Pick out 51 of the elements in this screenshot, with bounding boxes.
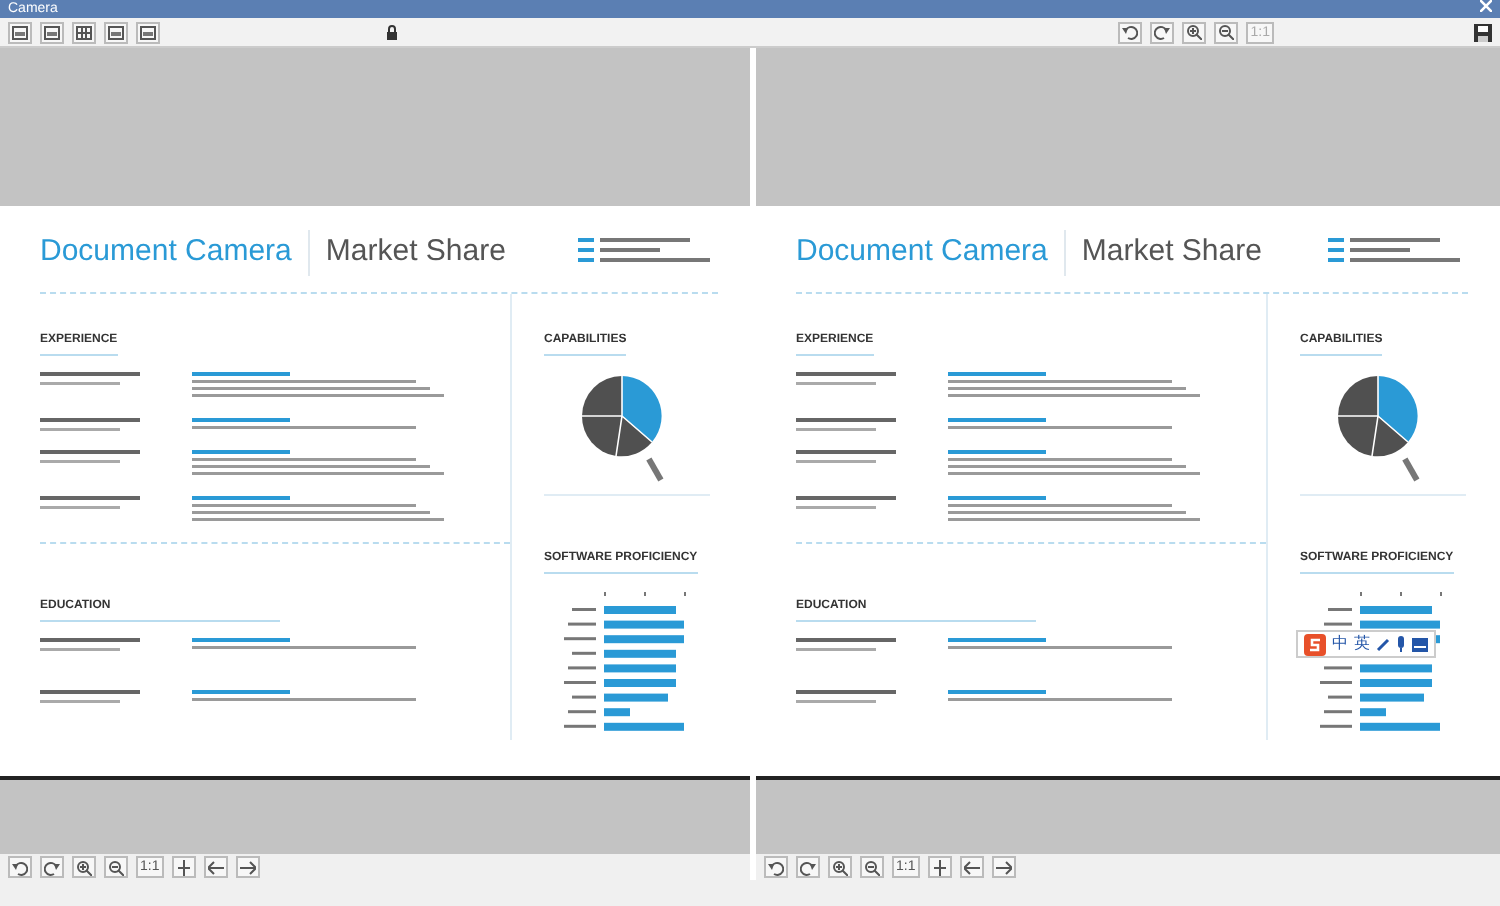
zoom-in-icon (76, 859, 92, 875)
previous-icon (963, 859, 980, 875)
pen-icon[interactable] (1376, 637, 1390, 651)
zoom-out-button[interactable] (104, 856, 128, 878)
rotate-left-button[interactable] (8, 856, 32, 878)
next-icon (239, 859, 256, 875)
zoom-in-button[interactable] (72, 856, 96, 878)
fit-button[interactable] (171, 856, 196, 878)
document-title: Document Camera (40, 232, 292, 272)
rotate-right-icon (44, 859, 60, 875)
fit-icon (931, 859, 948, 875)
rotate-left-button[interactable] (1118, 21, 1143, 43)
zoom-out-icon (108, 859, 124, 875)
close-icon[interactable] (1480, 0, 1492, 12)
grid-view-icon (76, 24, 92, 40)
rotate-right-button[interactable] (40, 856, 64, 878)
zoom-in-icon (832, 859, 848, 875)
save-icon[interactable] (1474, 23, 1492, 41)
rotate-right-button[interactable] (1150, 21, 1175, 43)
zoom-out-button[interactable] (860, 856, 884, 878)
previous-button[interactable] (203, 856, 228, 878)
rotate-left-icon (1122, 24, 1139, 40)
document-title: Document Camera (796, 232, 1048, 272)
previous-button[interactable] (959, 856, 984, 878)
next-button[interactable] (235, 856, 260, 878)
grid-view-button[interactable] (72, 21, 96, 43)
zoom-in-icon (1186, 24, 1203, 40)
rotate-left-button[interactable] (764, 856, 788, 878)
document-subtitle: Market Share (307, 230, 506, 275)
ime-mode-label[interactable]: 中 (1332, 632, 1348, 656)
zoom-out-icon (864, 859, 880, 875)
zoom-out-button[interactable] (1214, 21, 1239, 43)
keyboard-icon[interactable] (1412, 637, 1428, 651)
lock-icon (386, 24, 399, 40)
rotate-left-icon (12, 859, 28, 875)
zoom-in-button[interactable] (828, 856, 852, 878)
microphone-icon[interactable] (1396, 636, 1406, 652)
zoom-out-icon (1218, 24, 1235, 40)
next-button[interactable] (991, 856, 1016, 878)
logo-icon[interactable] (1304, 633, 1326, 655)
ime-mode-label[interactable]: 英 (1354, 632, 1370, 656)
rotate-left-icon (768, 859, 784, 875)
document-subtitle: Market Share (1063, 230, 1262, 275)
fit-icon (175, 859, 192, 875)
rotate-right-icon (800, 859, 816, 875)
next-icon (995, 859, 1012, 875)
previous-icon (207, 859, 224, 875)
rotate-right-icon (1154, 24, 1171, 40)
rotate-right-button[interactable] (796, 856, 820, 878)
zoom-in-button[interactable] (1182, 21, 1207, 43)
fit-button[interactable] (927, 856, 952, 878)
